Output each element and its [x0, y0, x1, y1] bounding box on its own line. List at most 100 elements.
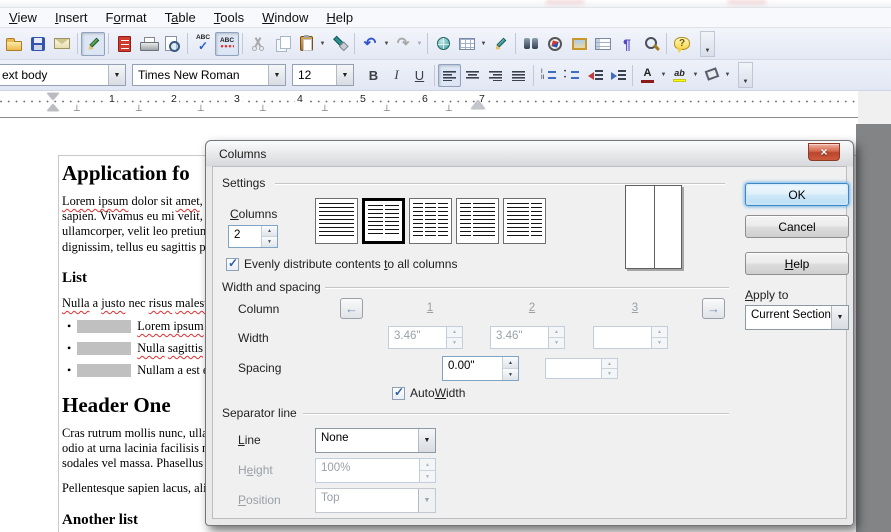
spin-down-icon[interactable]: ▼	[503, 369, 518, 380]
tab-stop-mark: ⊥	[383, 103, 391, 114]
auto-spellcheck-button[interactable]: ABC	[215, 32, 239, 56]
align-justify-button[interactable]	[507, 64, 530, 87]
paste-dropdown[interactable]: ▼	[318, 32, 327, 56]
line-style-combo[interactable]: None▼	[315, 428, 436, 453]
edit-file-button[interactable]	[81, 32, 105, 56]
menu-table[interactable]: Table	[156, 8, 205, 27]
spin-up-icon[interactable]: ▲	[262, 226, 277, 237]
font-color-button[interactable]: A	[636, 64, 659, 87]
cancel-button[interactable]: Cancel	[745, 215, 849, 238]
preset-two-columns[interactable]	[362, 198, 405, 244]
tab-stop-mark: ⊥	[73, 103, 81, 114]
formatting-marks-button[interactable]: ¶	[615, 32, 639, 56]
decrease-indent-button[interactable]	[583, 64, 606, 87]
spin-up-icon[interactable]: ▲	[503, 357, 518, 369]
chevron-down-icon[interactable]: ▼	[268, 65, 285, 85]
align-center-button[interactable]	[461, 64, 484, 87]
preset-left-narrow[interactable]	[456, 198, 499, 244]
apply-to-combo[interactable]: Current Section▼	[745, 305, 849, 330]
zoom-button[interactable]	[639, 32, 663, 56]
numbered-list-button[interactable]: III	[537, 64, 560, 87]
draw-functions-button[interactable]	[488, 32, 512, 56]
hyperlink-button[interactable]	[431, 32, 455, 56]
find-replace-button[interactable]	[519, 32, 543, 56]
height-field: 100% ▲▼	[315, 458, 436, 483]
export-pdf-button[interactable]	[112, 32, 136, 56]
chevron-down-icon[interactable]: ▼	[336, 65, 353, 85]
menu-view[interactable]: View	[0, 8, 46, 27]
paragraph-style-combo[interactable]: ext body▼	[0, 64, 126, 86]
spinner-buttons[interactable]: ▲▼	[502, 357, 518, 380]
undo-dropdown[interactable]: ▼	[382, 32, 391, 56]
menu-format[interactable]: Format	[96, 8, 155, 27]
dialog-body: Settings Columns 2 ▲▼ Evenly distribute …	[212, 166, 847, 519]
menu-tools[interactable]: Tools	[205, 8, 253, 27]
redo-button: ↷	[391, 32, 415, 56]
previous-column-button[interactable]: ←	[340, 298, 363, 319]
document-text: Application fo Lorem ipsum dolor sit ame…	[62, 161, 208, 529]
ok-button[interactable]: OK	[745, 183, 849, 206]
data-sources-button[interactable]	[591, 32, 615, 56]
toolbar-overflow-button[interactable]: ▼	[700, 31, 715, 57]
preset-right-narrow[interactable]	[503, 198, 546, 244]
list-item: •Nullam a est eget ipsum	[67, 364, 208, 377]
background-color-button[interactable]	[700, 64, 723, 87]
preset-one-column[interactable]	[315, 198, 358, 244]
indent-marker[interactable]	[47, 93, 59, 111]
email-button[interactable]	[50, 32, 74, 56]
next-column-button[interactable]: →	[702, 298, 725, 319]
page-preview-button[interactable]	[160, 32, 184, 56]
spelling-button[interactable]: ABC✓	[191, 32, 215, 56]
checkbox-checked-icon[interactable]	[226, 258, 239, 271]
background-color-dropdown[interactable]: ▼	[723, 63, 732, 87]
scissors-icon	[251, 37, 265, 51]
evenly-distribute-checkbox[interactable]: Evenly distribute contents to all column…	[226, 257, 457, 271]
save-button[interactable]	[26, 32, 50, 56]
bold-button[interactable]: B	[362, 64, 385, 87]
spin-down-icon[interactable]: ▼	[262, 237, 277, 247]
right-indent-marker[interactable]	[471, 100, 485, 109]
gallery-button[interactable]	[567, 32, 591, 56]
menu-window[interactable]: Window	[253, 8, 317, 27]
clone-formatting-button[interactable]	[327, 32, 351, 56]
font-name-combo[interactable]: Times New Roman▼	[132, 64, 286, 86]
print-button[interactable]	[136, 32, 160, 56]
align-right-button[interactable]	[484, 64, 507, 87]
undo-button[interactable]: ↶	[358, 32, 382, 56]
chevron-down-icon[interactable]: ▼	[831, 306, 848, 329]
font-size-combo[interactable]: 12▼	[292, 64, 354, 86]
spinner-buttons[interactable]: ▲▼	[261, 226, 277, 247]
tab-stop-mark: ⊥	[321, 103, 329, 114]
magnifier-icon	[644, 36, 659, 51]
toolbar-overflow-button[interactable]: ▼	[738, 62, 753, 88]
insert-table-button[interactable]	[455, 32, 479, 56]
help-button[interactable]: Help	[745, 252, 849, 275]
chevron-down-icon[interactable]: ▼	[108, 65, 125, 85]
preset-three-columns[interactable]	[409, 198, 452, 244]
navigator-button[interactable]	[543, 32, 567, 56]
insert-table-dropdown[interactable]: ▼	[479, 32, 488, 56]
compass-icon	[548, 37, 562, 51]
underline-button[interactable]: U	[408, 64, 431, 87]
writer-window: View Insert Format Table Tools Window He…	[0, 0, 891, 532]
align-left-button[interactable]	[438, 64, 461, 87]
columns-count-spinner[interactable]: 2 ▲▼	[228, 225, 278, 248]
close-button[interactable]: ×	[808, 143, 840, 161]
menu-help[interactable]: Help	[317, 8, 362, 27]
font-color-dropdown[interactable]: ▼	[659, 63, 668, 87]
spacing-1-field[interactable]: 0.00" ▲▼	[442, 356, 519, 381]
increase-indent-button[interactable]	[606, 64, 629, 87]
italic-button[interactable]: I	[385, 64, 408, 87]
highlight-dropdown[interactable]: ▼	[691, 63, 700, 87]
open-button[interactable]	[2, 32, 26, 56]
bullet-list-button[interactable]: ••	[560, 64, 583, 87]
chevron-down-icon[interactable]: ▼	[418, 429, 435, 452]
checkbox-checked-icon[interactable]	[392, 387, 405, 400]
horizontal-ruler[interactable]: 1 2 3 4 5 6 7 ⊥ ⊥ ⊥ ⊥ ⊥ ⊥ ⊥	[0, 91, 858, 118]
help-button[interactable]: ?	[670, 32, 694, 56]
bullet-icon: •	[67, 342, 71, 355]
autowidth-checkbox[interactable]: AutoWidth	[392, 386, 465, 400]
highlight-button[interactable]: ab	[668, 64, 691, 87]
menu-insert[interactable]: Insert	[46, 8, 97, 27]
paste-button[interactable]	[294, 32, 318, 56]
